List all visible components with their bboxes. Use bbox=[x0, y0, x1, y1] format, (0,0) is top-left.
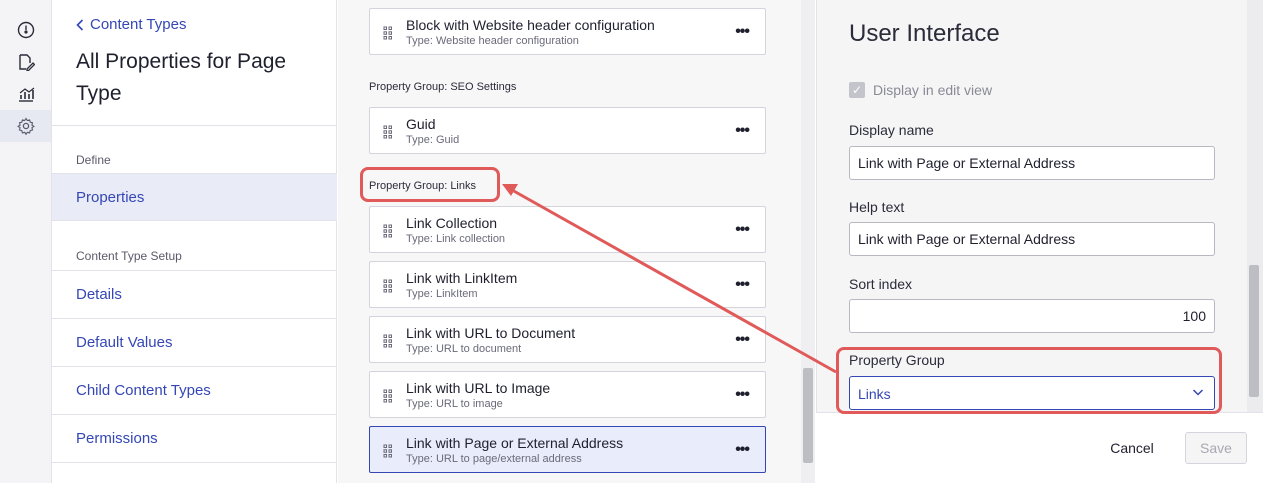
property-group-select[interactable]: Links bbox=[849, 376, 1215, 410]
more-options-icon[interactable]: ••• bbox=[735, 276, 750, 294]
scrollbar-thumb[interactable] bbox=[803, 368, 813, 463]
edit-icon bbox=[18, 54, 35, 71]
reports-icon bbox=[18, 87, 34, 102]
more-options-icon[interactable]: ••• bbox=[735, 23, 750, 41]
property-type: Type: URL to document bbox=[406, 343, 522, 355]
more-options-icon[interactable]: ••• bbox=[735, 331, 750, 349]
property-type: Type: Website header configuration bbox=[406, 35, 579, 47]
help-text-label: Help text bbox=[849, 199, 905, 215]
sort-index-label: Sort index bbox=[849, 276, 913, 292]
property-group-label: Property Group bbox=[849, 352, 945, 368]
dashboard-icon bbox=[17, 21, 34, 39]
property-type: Type: LinkItem bbox=[406, 288, 478, 300]
property-name: Guid bbox=[406, 116, 436, 132]
property-card[interactable]: Link Collection Type: Link collection ••… bbox=[369, 206, 766, 253]
more-options-icon[interactable]: ••• bbox=[735, 441, 750, 459]
chevron-left-icon bbox=[76, 18, 84, 31]
group-label-seo: Property Group: SEO Settings bbox=[369, 81, 517, 93]
property-type: Type: URL to image bbox=[406, 398, 503, 410]
nav-item-details[interactable]: Details bbox=[52, 271, 337, 319]
property-card-selected[interactable]: Link with Page or External Address Type:… bbox=[369, 426, 766, 473]
content-type-nav: Content Types All Properties for Page Ty… bbox=[52, 0, 337, 483]
property-type: Type: URL to page/external address bbox=[406, 453, 582, 465]
drag-handle-icon[interactable] bbox=[383, 334, 393, 348]
nav-section-setup: Content Type Setup bbox=[76, 249, 182, 263]
help-text-field[interactable]: Link with Page or External Address bbox=[849, 222, 1215, 256]
property-list-scrollbar[interactable] bbox=[801, 0, 815, 483]
drag-handle-icon[interactable] bbox=[383, 444, 393, 458]
back-link-content-types[interactable]: Content Types bbox=[76, 16, 186, 33]
rail-settings[interactable] bbox=[0, 110, 51, 142]
scrollbar-thumb[interactable] bbox=[1249, 265, 1259, 397]
rail-reports[interactable] bbox=[0, 78, 51, 110]
nav-divider bbox=[52, 125, 337, 126]
rail-edit[interactable] bbox=[0, 46, 51, 78]
settings-icon bbox=[16, 117, 35, 135]
nav-item-default-values[interactable]: Default Values bbox=[52, 319, 337, 367]
display-in-edit-view-checkbox[interactable]: ✓ bbox=[849, 82, 865, 98]
sort-index-field[interactable]: 100 bbox=[849, 299, 1215, 333]
property-list: Block with Website header configuration … bbox=[338, 0, 815, 483]
property-name: Link with URL to Document bbox=[406, 325, 576, 341]
page-title: All Properties for Page Type bbox=[76, 50, 287, 105]
back-link-label: Content Types bbox=[90, 16, 187, 33]
property-card[interactable]: Guid Type: Guid ••• bbox=[369, 107, 766, 154]
app-root: Content Types All Properties for Page Ty… bbox=[0, 0, 1263, 483]
nav-item-child-content-types[interactable]: Child Content Types bbox=[52, 367, 337, 415]
property-name: Block with Website header configuration bbox=[406, 17, 655, 33]
annotation-highlight-group-label bbox=[360, 167, 500, 202]
property-card[interactable]: Link with URL to Image Type: URL to imag… bbox=[369, 371, 766, 418]
drag-handle-icon[interactable] bbox=[383, 389, 393, 403]
rail-dashboard[interactable] bbox=[0, 14, 51, 46]
property-card[interactable]: Block with Website header configuration … bbox=[369, 8, 766, 55]
more-options-icon[interactable]: ••• bbox=[735, 386, 750, 404]
settings-body: User Interface ✓ Display in edit view Di… bbox=[817, 0, 1248, 412]
panel-title: User Interface bbox=[849, 20, 1000, 47]
property-type: Type: Guid bbox=[406, 134, 460, 146]
property-name: Link with LinkItem bbox=[406, 270, 518, 286]
drag-handle-icon[interactable] bbox=[383, 279, 393, 293]
more-options-icon[interactable]: ••• bbox=[735, 221, 750, 239]
nav-item-permissions[interactable]: Permissions bbox=[52, 415, 337, 463]
property-card[interactable]: Link with URL to Document Type: URL to d… bbox=[369, 316, 766, 363]
nav-item-properties[interactable]: Properties bbox=[52, 173, 337, 221]
property-card[interactable]: Link with LinkItem Type: LinkItem ••• bbox=[369, 261, 766, 308]
settings-scrollbar[interactable] bbox=[1247, 0, 1263, 412]
display-in-edit-view-row[interactable]: ✓ Display in edit view bbox=[849, 82, 992, 98]
property-group-value: Links bbox=[858, 386, 891, 402]
property-name: Link with Page or External Address bbox=[406, 435, 624, 451]
property-name: Link Collection bbox=[406, 215, 498, 231]
drag-handle-icon[interactable] bbox=[383, 224, 393, 238]
display-name-label: Display name bbox=[849, 122, 934, 138]
property-settings-panel: User Interface ✓ Display in edit view Di… bbox=[816, 0, 1263, 483]
drag-handle-icon[interactable] bbox=[383, 125, 393, 139]
display-in-edit-view-label: Display in edit view bbox=[873, 82, 993, 98]
icon-rail bbox=[0, 0, 52, 483]
cancel-button[interactable]: Cancel bbox=[1101, 432, 1163, 464]
property-name: Link with URL to Image bbox=[406, 380, 551, 396]
display-name-field[interactable]: Link with Page or External Address bbox=[849, 146, 1215, 180]
chevron-down-icon bbox=[1192, 389, 1204, 396]
save-button[interactable]: Save bbox=[1185, 432, 1247, 464]
more-options-icon[interactable]: ••• bbox=[735, 122, 750, 140]
drag-handle-icon[interactable] bbox=[383, 26, 393, 40]
property-type: Type: Link collection bbox=[406, 233, 506, 245]
nav-section-define: Define bbox=[76, 153, 111, 167]
